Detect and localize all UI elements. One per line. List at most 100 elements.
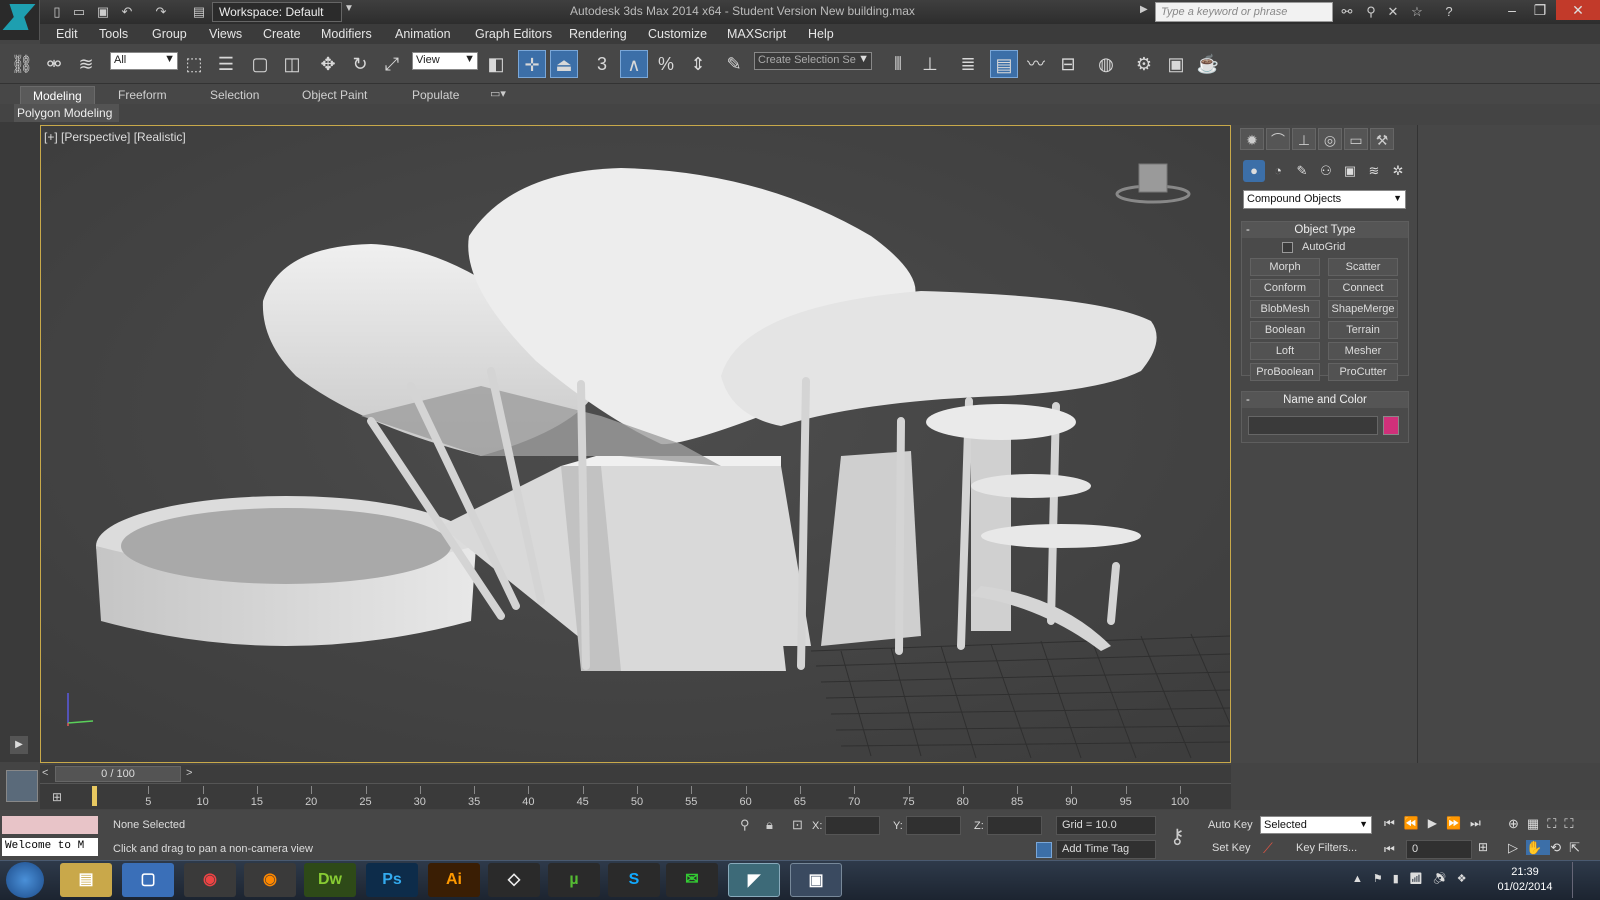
- rendered-frame-window-icon[interactable]: ▣: [1162, 50, 1190, 78]
- object-type-header[interactable]: - Object Type: [1242, 222, 1408, 238]
- hierarchy-tab-icon[interactable]: ⊥: [1292, 128, 1316, 150]
- show-desktop-button[interactable]: [1572, 862, 1586, 898]
- pivot-center-icon[interactable]: ◧: [482, 50, 510, 78]
- edit-named-selection-icon[interactable]: ✎: [720, 50, 748, 78]
- zoom-all-icon[interactable]: ▦: [1527, 816, 1547, 831]
- restore-button[interactable]: ❐: [1525, 0, 1555, 20]
- loft-button[interactable]: Loft: [1250, 342, 1320, 360]
- field-of-view-icon[interactable]: ▷: [1508, 840, 1526, 855]
- search-expand-icon[interactable]: ▶: [1140, 4, 1148, 15]
- zoom-extents-icon[interactable]: ⛶: [1547, 816, 1564, 831]
- menu-help[interactable]: Help: [808, 27, 834, 41]
- zoom-extents-all-icon[interactable]: ⛶: [1564, 816, 1581, 831]
- chrome-icon[interactable]: ◉: [184, 863, 236, 897]
- shapes-icon[interactable]: ◔: [1267, 160, 1289, 182]
- bind-space-warp-icon[interactable]: ≋: [72, 50, 100, 78]
- menu-modifiers[interactable]: Modifiers: [321, 27, 372, 41]
- procutter-button[interactable]: ProCutter: [1328, 363, 1398, 381]
- volume-icon[interactable]: 🔊︎: [1433, 873, 1457, 885]
- communication-icon[interactable]: ✕: [1384, 3, 1402, 21]
- new-file-icon[interactable]: ▯: [48, 3, 66, 21]
- display-tab-icon[interactable]: ▭: [1344, 128, 1368, 150]
- application-menu-button[interactable]: [0, 0, 40, 40]
- utilities-tab-icon[interactable]: ⚒: [1370, 128, 1394, 150]
- file-explorer-icon[interactable]: ▤: [60, 863, 112, 897]
- named-selection-dropdown[interactable]: Create Selection Se ▼: [754, 52, 872, 70]
- unity-icon[interactable]: ◇: [488, 863, 540, 897]
- menu-create[interactable]: Create: [263, 27, 301, 41]
- workspace-chevron-icon[interactable]: ▼: [344, 3, 358, 21]
- boolean-button[interactable]: Boolean: [1250, 321, 1320, 339]
- time-slider-handle[interactable]: 0 / 100: [55, 766, 181, 782]
- save-icon[interactable]: ▣: [94, 3, 112, 21]
- menu-rendering[interactable]: Rendering: [569, 27, 627, 41]
- battery-icon[interactable]: ▮: [1393, 873, 1409, 885]
- maximize-viewport-icon[interactable]: ⇱: [1569, 840, 1588, 855]
- object-category-dropdown[interactable]: Compound Objects ▼: [1243, 190, 1406, 209]
- show-hidden-icons-icon[interactable]: ▲: [1352, 873, 1373, 885]
- time-slider-track[interactable]: [40, 765, 1231, 783]
- line-messenger-icon[interactable]: ✉: [666, 863, 718, 897]
- layer-manager-icon[interactable]: ≣: [954, 50, 982, 78]
- reference-coordinate-dropdown[interactable]: View ▼: [412, 52, 478, 70]
- image-viewer-icon[interactable]: ▣: [790, 863, 842, 897]
- mini-listener-toggle[interactable]: [6, 770, 38, 802]
- tab-freeform[interactable]: Freeform: [106, 86, 179, 104]
- systems-icon[interactable]: ✲: [1387, 160, 1409, 182]
- next-frame-icon[interactable]: ⏩: [1446, 816, 1470, 830]
- menu-tools[interactable]: Tools: [99, 27, 128, 41]
- track-bar-menu-icon[interactable]: ⊞: [52, 790, 62, 804]
- cameras-icon[interactable]: ⚇: [1315, 160, 1337, 182]
- skype-icon[interactable]: S: [608, 863, 660, 897]
- utorrent-icon[interactable]: µ: [548, 863, 600, 897]
- morph-button[interactable]: Morph: [1250, 258, 1320, 276]
- space-warps-icon[interactable]: ≋: [1363, 160, 1385, 182]
- maxscript-listener-input[interactable]: Welcome to M: [2, 838, 98, 856]
- rotate-icon[interactable]: ↻: [346, 50, 374, 78]
- time-configuration-icon[interactable]: ⊞: [1478, 840, 1488, 854]
- windows-app-icon[interactable]: ▢: [122, 863, 174, 897]
- connect-button[interactable]: Connect: [1328, 279, 1398, 297]
- minimize-button[interactable]: ‒: [1497, 0, 1527, 20]
- project-folder-icon[interactable]: ▤: [190, 3, 208, 21]
- angle-snap-icon[interactable]: ∧: [620, 50, 648, 78]
- menu-group[interactable]: Group: [152, 27, 187, 41]
- illustrator-icon[interactable]: Ai: [428, 863, 480, 897]
- tab-modeling[interactable]: Modeling: [20, 86, 95, 106]
- redo-icon[interactable]: ↷: [152, 3, 170, 21]
- ribbon-polygon-modeling[interactable]: Polygon Modeling: [14, 104, 119, 122]
- zoom-icon[interactable]: ⊕: [1508, 816, 1527, 831]
- set-key-key-icon[interactable]: ⚷: [1170, 824, 1185, 849]
- motion-tab-icon[interactable]: ◎: [1318, 128, 1342, 150]
- flag-icon[interactable]: ⚑: [1373, 873, 1393, 885]
- favorites-star-icon[interactable]: ☆: [1408, 3, 1426, 21]
- perspective-viewport[interactable]: [40, 125, 1231, 763]
- select-object-icon[interactable]: ⬚: [180, 50, 208, 78]
- menu-animation[interactable]: Animation: [395, 27, 451, 41]
- key-mode-toggle-icon[interactable]: ⏮: [1384, 842, 1395, 857]
- binoculars-icon[interactable]: ⚯: [1338, 3, 1356, 21]
- mirror-icon[interactable]: ⫴: [884, 50, 912, 78]
- adaptive-degradation-icon[interactable]: [1036, 842, 1052, 858]
- snaps-toggle-icon[interactable]: 3: [588, 50, 616, 78]
- current-frame-field[interactable]: 0: [1406, 840, 1472, 859]
- 3dsmax-taskbar-icon[interactable]: ◤: [728, 863, 780, 897]
- mesher-button[interactable]: Mesher: [1328, 342, 1398, 360]
- search-input[interactable]: Type a keyword or phrase: [1155, 2, 1333, 22]
- photoshop-icon[interactable]: Ps: [366, 863, 418, 897]
- proboolean-button[interactable]: ProBoolean: [1250, 363, 1320, 381]
- workspace-dropdown[interactable]: Workspace: Default: [212, 2, 342, 22]
- viewport-label[interactable]: [+] [Perspective] [Realistic]: [44, 130, 186, 144]
- menu-customize[interactable]: Customize: [648, 27, 707, 41]
- tab-selection[interactable]: Selection: [198, 86, 271, 104]
- window-crossing-icon[interactable]: ◫: [278, 50, 306, 78]
- tab-populate[interactable]: Populate: [400, 86, 471, 104]
- scatter-button[interactable]: Scatter: [1328, 258, 1398, 276]
- absolute-mode-icon[interactable]: ⊡: [792, 817, 803, 833]
- go-to-end-icon[interactable]: ⏭: [1470, 816, 1490, 830]
- key-mode-dropdown[interactable]: Selected ▼: [1260, 816, 1372, 834]
- scene-explorer-icon[interactable]: ▤: [990, 50, 1018, 78]
- scale-icon[interactable]: ⤢: [378, 50, 406, 78]
- play-icon[interactable]: ▶: [1428, 816, 1446, 830]
- move-icon[interactable]: ✥: [314, 50, 342, 78]
